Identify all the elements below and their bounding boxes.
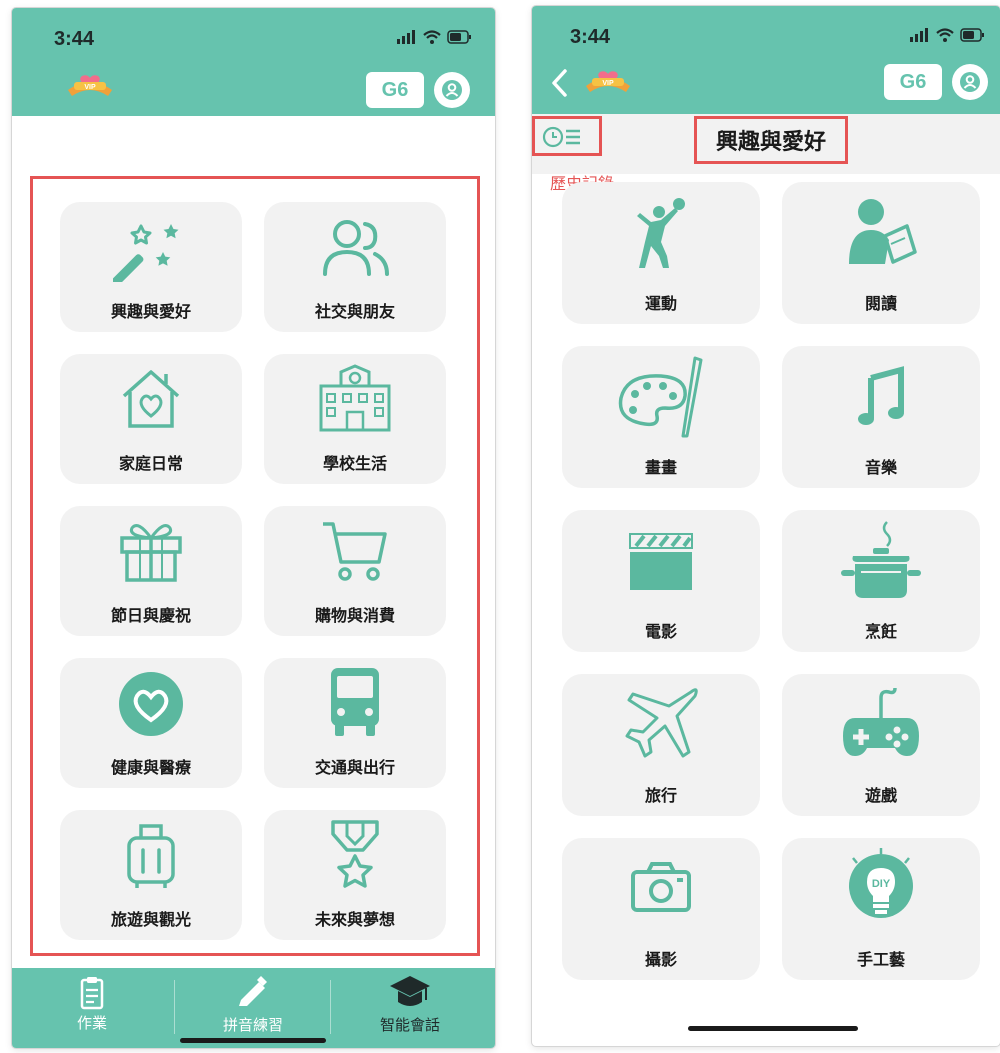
- volleyball-player-icon: [637, 198, 685, 268]
- profile-avatar-button[interactable]: [434, 72, 470, 108]
- top-bar: 3:44 G6: [532, 6, 1000, 114]
- category-label: 家庭日常: [118, 454, 183, 473]
- category-tile[interactable]: 社交與朋友: [264, 202, 446, 332]
- category-tile[interactable]: 節日與慶祝: [60, 506, 242, 636]
- home-indicator: [688, 1026, 858, 1031]
- left-phone-screen: 3:44 G6 興趣與愛好 社交與朋友 家庭日常 學校生活 節日與慶祝 購物與消…: [12, 8, 495, 1048]
- svg-text:DIY: DIY: [872, 878, 891, 890]
- suitcase-icon: [127, 824, 175, 888]
- battery-icon: [447, 30, 471, 44]
- topic-tile[interactable]: 閱讀: [782, 182, 980, 324]
- status-time: 3:44: [54, 28, 95, 50]
- user-icon: [960, 72, 980, 92]
- category-label: 節日與慶祝: [110, 606, 191, 625]
- pencil-icon: [239, 976, 267, 1006]
- category-label: 交通與出行: [314, 758, 395, 777]
- category-tile[interactable]: 購物與消費: [264, 506, 446, 636]
- shopping-cart-icon: [323, 522, 387, 581]
- topic-label: 閱讀: [864, 294, 897, 313]
- category-label: 學校生活: [322, 454, 387, 473]
- diy-lightbulb-icon: DIY: [849, 848, 913, 918]
- tab-homework[interactable]: 作業: [12, 968, 172, 1048]
- topic-tile[interactable]: DIY 手工藝: [782, 838, 980, 980]
- vip-logo-icon: [68, 75, 112, 96]
- status-time: 3:44: [570, 26, 611, 48]
- reader-icon: [849, 199, 917, 264]
- home-heart-icon: [122, 370, 180, 428]
- history-button[interactable]: [538, 122, 594, 150]
- topic-tile[interactable]: 烹飪: [782, 510, 980, 652]
- category-label: 興趣與愛好: [110, 302, 191, 321]
- back-arrow-icon[interactable]: [550, 68, 568, 98]
- tab-pinyin-practice[interactable]: 拼音練習: [173, 968, 333, 1048]
- tab-label: 智能會話: [379, 1016, 440, 1034]
- clapperboard-icon: [629, 533, 693, 590]
- cooking-pot-icon: [841, 521, 921, 598]
- history-list-icon: [542, 126, 580, 148]
- topic-label: 旅行: [644, 786, 677, 805]
- clipboard-icon: [80, 977, 104, 1010]
- category-tile[interactable]: 未來與夢想: [264, 810, 446, 940]
- category-tile[interactable]: 交通與出行: [264, 658, 446, 788]
- status-icons: [397, 30, 473, 44]
- music-note-icon: [858, 366, 904, 425]
- tab-label: 作業: [76, 1014, 107, 1032]
- status-icons: [910, 28, 986, 42]
- school-building-icon: [319, 364, 391, 432]
- graduation-cap-icon: [390, 976, 430, 1006]
- topic-tile[interactable]: 畫畫: [562, 346, 760, 488]
- gift-icon: [120, 524, 182, 582]
- profile-avatar-button[interactable]: [952, 64, 988, 100]
- topic-label: 畫畫: [644, 458, 677, 477]
- home-indicator: [180, 1038, 326, 1043]
- topic-label: 攝影: [644, 950, 677, 969]
- magic-wand-icon: [113, 224, 179, 282]
- heart-circle-icon: [119, 672, 183, 736]
- medal-icon: [331, 820, 379, 888]
- game-controller-icon: [843, 687, 919, 756]
- signal-icon: [397, 30, 415, 44]
- category-tile[interactable]: 健康與醫療: [60, 658, 242, 788]
- palette-icon: [618, 356, 703, 438]
- topic-tile[interactable]: 攝影: [562, 838, 760, 980]
- category-label: 社交與朋友: [314, 302, 395, 321]
- category-tile[interactable]: 興趣與愛好: [60, 202, 242, 332]
- category-tile[interactable]: 旅遊與觀光: [60, 810, 242, 940]
- tab-label: 拼音練習: [222, 1016, 283, 1034]
- category-label: 購物與消費: [314, 606, 395, 625]
- topic-tile[interactable]: 遊戲: [782, 674, 980, 816]
- wifi-icon: [423, 30, 441, 44]
- page-title: 興趣與愛好: [715, 130, 826, 155]
- vip-logo-icon: [586, 71, 630, 92]
- signal-icon: [910, 28, 928, 42]
- topic-tile[interactable]: 電影: [562, 510, 760, 652]
- topic-tile[interactable]: 旅行: [562, 674, 760, 816]
- bus-icon: [331, 668, 379, 736]
- right-phone-screen: 3:44 G6 歷史記錄 興趣與愛好 運動: [532, 6, 1000, 1046]
- user-icon: [442, 80, 462, 100]
- topic-label: 電影: [644, 622, 677, 641]
- category-label: 健康與醫療: [110, 758, 191, 777]
- airplane-icon: [625, 688, 698, 758]
- topic-tile[interactable]: 音樂: [782, 346, 980, 488]
- topic-label: 運動: [644, 294, 677, 313]
- people-icon: [323, 220, 389, 276]
- top-bar: 3:44 G6: [12, 8, 495, 116]
- bottom-tab-bar: 作業 拼音練習 智能會話: [12, 968, 495, 1048]
- category-tile[interactable]: 學校生活: [264, 354, 446, 484]
- category-tile[interactable]: 家庭日常: [60, 354, 242, 484]
- topic-tile[interactable]: 運動: [562, 182, 760, 324]
- topic-label: 遊戲: [864, 786, 897, 805]
- category-label: 未來與夢想: [314, 910, 395, 929]
- topic-label: 手工藝: [856, 950, 905, 969]
- grade-badge[interactable]: G6: [366, 72, 424, 108]
- tab-smart-conversation[interactable]: 智能會話: [330, 968, 490, 1048]
- topic-label: 烹飪: [864, 622, 897, 641]
- category-label: 旅遊與觀光: [110, 910, 191, 929]
- camera-icon: [631, 862, 691, 912]
- topic-label: 音樂: [864, 458, 897, 477]
- grade-badge[interactable]: G6: [884, 64, 942, 100]
- wifi-icon: [936, 28, 954, 42]
- battery-icon: [960, 28, 984, 42]
